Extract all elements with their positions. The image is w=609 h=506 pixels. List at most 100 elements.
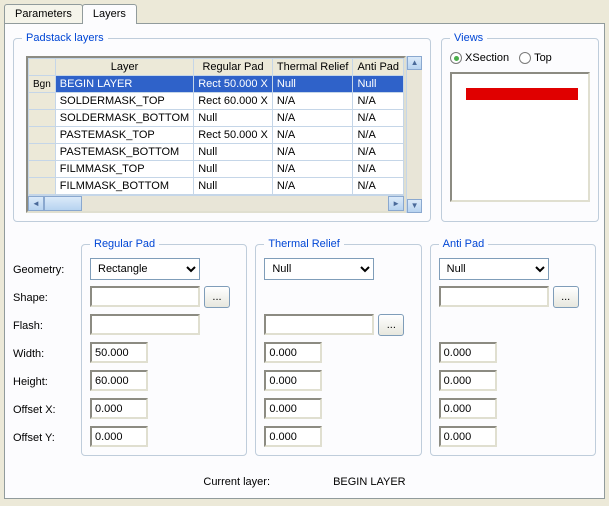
cell-anti[interactable]: N/A [353, 110, 404, 127]
label-offsety: Offset Y: [13, 428, 73, 449]
thermal-legend: Thermal Relief [264, 238, 344, 250]
thermal-relief-group: Thermal Relief Null ... [255, 238, 421, 456]
cell-anti[interactable]: N/A [353, 161, 404, 178]
anti-shape-browse[interactable]: ... [553, 286, 579, 308]
header-regular[interactable]: Regular Pad [194, 59, 273, 76]
regular-legend: Regular Pad [90, 238, 159, 250]
thermal-height-input[interactable] [264, 370, 322, 391]
cell-regular[interactable]: Null [194, 161, 273, 178]
cell-layer[interactable]: BEGIN LAYER [55, 76, 193, 93]
cell-layer[interactable]: FILMMASK_TOP [55, 161, 193, 178]
table-row[interactable]: PASTEMASK_TOPRect 50.000 XN/AN/A [29, 127, 404, 144]
row-header[interactable]: Bgn [29, 76, 56, 93]
tab-layers[interactable]: Layers [82, 4, 137, 24]
cell-regular[interactable]: Rect 50.000 X [194, 76, 273, 93]
anti-height-input[interactable] [439, 370, 497, 391]
radio-top-label: Top [534, 52, 552, 64]
cell-anti[interactable]: N/A [353, 144, 404, 161]
table-row[interactable]: BgnBEGIN LAYERRect 50.000 XNullNull [29, 76, 404, 93]
label-geometry: Geometry: [13, 260, 73, 281]
row-header[interactable] [29, 93, 56, 110]
anti-shape-input[interactable] [439, 286, 549, 307]
views-legend: Views [450, 32, 487, 44]
cell-regular[interactable]: Null [194, 144, 273, 161]
field-labels: Geometry: Shape: Flash: Width: Height: O… [13, 238, 73, 456]
cell-thermal[interactable]: N/A [272, 93, 353, 110]
cell-thermal[interactable]: Null [272, 76, 353, 93]
layers-panel: Padstack layers Layer Regular Pad Therma… [4, 23, 605, 499]
views-group: Views XSection Top [441, 32, 599, 222]
cell-regular[interactable]: Null [194, 110, 273, 127]
thermal-offsety-input[interactable] [264, 426, 322, 447]
anti-legend: Anti Pad [439, 238, 489, 250]
header-thermal[interactable]: Thermal Relief [272, 59, 353, 76]
cell-layer[interactable]: SOLDERMASK_TOP [55, 93, 193, 110]
table-row[interactable]: PASTEMASK_BOTTOMNullN/AN/A [29, 144, 404, 161]
cell-thermal[interactable]: N/A [272, 161, 353, 178]
cell-layer[interactable]: PASTEMASK_TOP [55, 127, 193, 144]
regular-pad-group: Regular Pad Rectangle ... [81, 238, 247, 456]
cell-regular[interactable]: Rect 50.000 X [194, 127, 273, 144]
cell-layer[interactable]: SOLDERMASK_BOTTOM [55, 110, 193, 127]
radio-xsection[interactable]: XSection [450, 52, 509, 64]
layers-table[interactable]: Layer Regular Pad Thermal Relief Anti Pa… [26, 56, 406, 213]
h-scrollbar[interactable]: ◄ ► [28, 195, 404, 211]
tab-bar: Parameters Layers [0, 0, 609, 23]
cell-layer[interactable]: PASTEMASK_BOTTOM [55, 144, 193, 161]
table-row[interactable]: FILMMASK_BOTTOMNullN/AN/A [29, 178, 404, 195]
row-header[interactable] [29, 178, 56, 195]
h-scroll-thumb[interactable] [44, 196, 82, 211]
padstack-layers-group: Padstack layers Layer Regular Pad Therma… [13, 32, 431, 222]
footer: Current layer: BEGIN LAYER [13, 476, 596, 488]
header-anti[interactable]: Anti Pad [353, 59, 404, 76]
regular-height-input[interactable] [90, 370, 148, 391]
anti-offsety-input[interactable] [439, 426, 497, 447]
anti-geometry-select[interactable]: Null [439, 258, 549, 280]
cell-thermal[interactable]: N/A [272, 144, 353, 161]
cell-layer[interactable]: FILMMASK_BOTTOM [55, 178, 193, 195]
regular-shape-input[interactable] [90, 286, 200, 307]
row-header[interactable] [29, 161, 56, 178]
table-row[interactable]: FILMMASK_TOPNullN/AN/A [29, 161, 404, 178]
row-header[interactable] [29, 127, 56, 144]
anti-offsetx-input[interactable] [439, 398, 497, 419]
cell-thermal[interactable]: N/A [272, 127, 353, 144]
radio-xsection-label: XSection [465, 52, 509, 64]
row-header[interactable] [29, 110, 56, 127]
regular-width-input[interactable] [90, 342, 148, 363]
radio-top[interactable]: Top [519, 52, 552, 64]
scroll-up-icon[interactable]: ▲ [407, 56, 422, 70]
cell-anti[interactable]: N/A [353, 127, 404, 144]
regular-shape-browse[interactable]: ... [204, 286, 230, 308]
row-header[interactable] [29, 144, 56, 161]
thermal-width-input[interactable] [264, 342, 322, 363]
table-row[interactable]: SOLDERMASK_BOTTOMNullN/AN/A [29, 110, 404, 127]
label-offsetx: Offset X: [13, 400, 73, 421]
anti-width-input[interactable] [439, 342, 497, 363]
table-row[interactable]: SOLDERMASK_TOPRect 60.000 XN/AN/A [29, 93, 404, 110]
label-flash: Flash: [13, 316, 73, 337]
cell-thermal[interactable]: N/A [272, 178, 353, 195]
thermal-offsetx-input[interactable] [264, 398, 322, 419]
thermal-flash-browse[interactable]: ... [378, 314, 404, 336]
regular-flash-input[interactable] [90, 314, 200, 335]
cell-regular[interactable]: Null [194, 178, 273, 195]
tab-parameters[interactable]: Parameters [4, 4, 83, 23]
thermal-geometry-select[interactable]: Null [264, 258, 374, 280]
scroll-down-icon[interactable]: ▼ [407, 199, 422, 213]
cell-thermal[interactable]: N/A [272, 110, 353, 127]
cell-anti[interactable]: Null [353, 76, 404, 93]
regular-geometry-select[interactable]: Rectangle [90, 258, 200, 280]
cell-anti[interactable]: N/A [353, 178, 404, 195]
scroll-left-icon[interactable]: ◄ [28, 196, 44, 211]
regular-offsety-input[interactable] [90, 426, 148, 447]
label-height: Height: [13, 372, 73, 393]
regular-offsetx-input[interactable] [90, 398, 148, 419]
scroll-right-icon[interactable]: ► [388, 196, 404, 211]
thermal-flash-input[interactable] [264, 314, 374, 335]
cell-regular[interactable]: Rect 60.000 X [194, 93, 273, 110]
header-layer[interactable]: Layer [55, 59, 193, 76]
label-width: Width: [13, 344, 73, 365]
v-scrollbar[interactable]: ▲ ▼ [406, 56, 422, 213]
cell-anti[interactable]: N/A [353, 93, 404, 110]
